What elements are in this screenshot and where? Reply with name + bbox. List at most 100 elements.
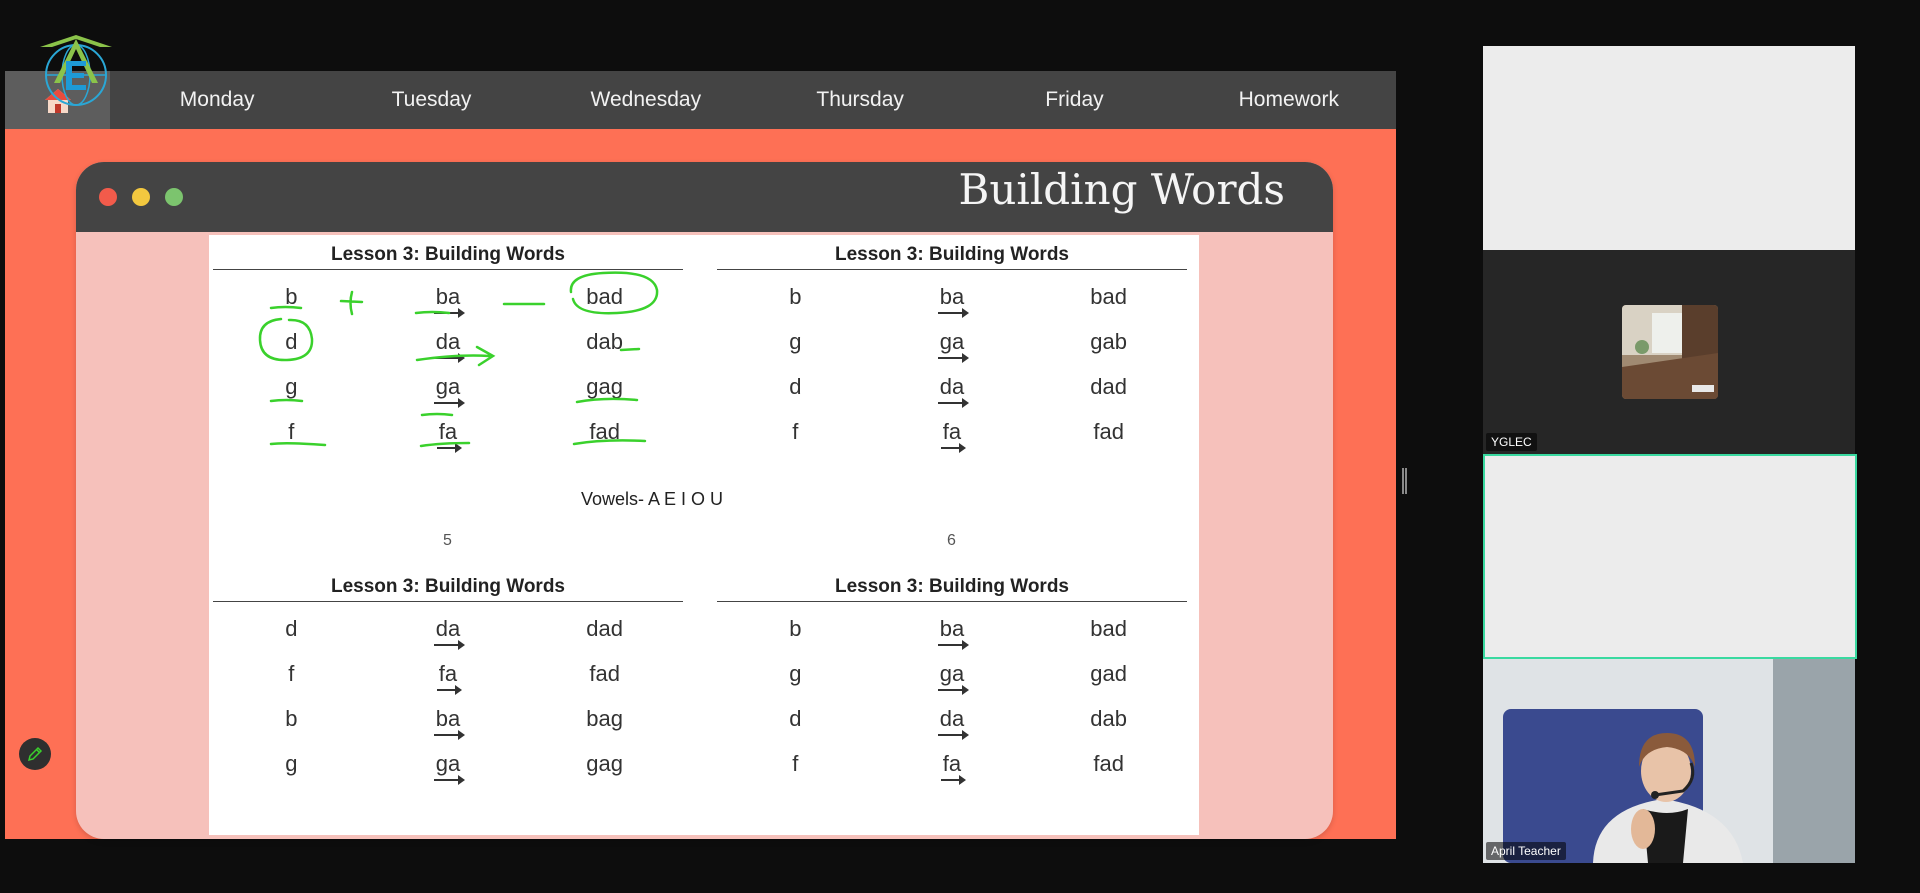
table-row: b ba bad xyxy=(717,606,1187,651)
lesson-block-3: Lesson 3: Building Words d da dad f fa fad b… xyxy=(213,573,683,786)
syllable-cell: ga xyxy=(433,750,466,785)
slide-window: Building Words Lesson 3: Building Words … xyxy=(76,162,1333,839)
window-close-dot xyxy=(99,188,117,206)
word-cell: gag xyxy=(586,750,624,776)
letter-cell: g xyxy=(285,373,298,399)
syllable-cell: fa xyxy=(436,660,463,695)
participant-name-tag: YGLEC xyxy=(1486,433,1537,451)
word-cell: fad xyxy=(1093,418,1124,444)
lesson-block-2: Lesson 3: Building Words b ba bad g ga gab d… xyxy=(717,241,1187,454)
window-minimize-dot xyxy=(132,188,150,206)
table-row: f fa fad xyxy=(213,409,683,454)
page-number-left: 5 xyxy=(443,532,452,549)
letter-cell: f xyxy=(288,418,295,444)
syllable-cell: fa xyxy=(940,418,967,453)
letter-cell: g xyxy=(789,328,802,354)
school-logo-icon xyxy=(40,35,112,106)
word-cell: fad xyxy=(1093,750,1124,776)
syllable-cell: ba xyxy=(433,705,466,740)
syllable-cell: da xyxy=(937,373,970,408)
word-cell: bad xyxy=(1090,283,1128,309)
letter-cell: g xyxy=(789,660,802,686)
syllable-cell: ba xyxy=(937,283,970,318)
participant-tile[interactable]: April Teacher xyxy=(1483,659,1855,863)
table-row: b ba bag xyxy=(213,696,683,741)
nav-thursday[interactable]: Thursday xyxy=(753,71,967,129)
syllable-cell: ba xyxy=(937,615,970,650)
worksheet-page: Lesson 3: Building Words b ba bad d da dab g… xyxy=(209,235,1199,835)
table-row: d da dad xyxy=(213,606,683,651)
participant-video xyxy=(1483,659,1855,863)
word-table: b ba bad g ga gab d da dad f fa fad xyxy=(717,274,1187,454)
letter-cell: b xyxy=(789,283,802,309)
nav-wednesday[interactable]: Wednesday xyxy=(539,71,753,129)
nav-tuesday[interactable]: Tuesday xyxy=(324,71,538,129)
table-row: d da dab xyxy=(717,696,1187,741)
letter-cell: b xyxy=(789,615,802,641)
letter-cell: b xyxy=(285,283,298,309)
word-cell: gad xyxy=(1090,660,1128,686)
syllable-cell: ga xyxy=(937,660,970,695)
table-row: g ga gab xyxy=(717,319,1187,364)
nav-homework[interactable]: Homework xyxy=(1182,71,1396,129)
panel-resize-handle[interactable] xyxy=(1401,468,1407,494)
nav-friday[interactable]: Friday xyxy=(967,71,1181,129)
lesson-title: Lesson 3: Building Words xyxy=(213,573,683,602)
page-number-right: 6 xyxy=(947,532,956,549)
nav-monday[interactable]: Monday xyxy=(110,71,324,129)
word-cell: bad xyxy=(1090,615,1128,641)
table-row: b ba bad xyxy=(213,274,683,319)
participant-tile[interactable] xyxy=(1483,46,1855,250)
syllable-cell: da xyxy=(433,328,466,363)
annotate-pencil-button[interactable] xyxy=(19,738,51,770)
lesson-title: Lesson 3: Building Words xyxy=(717,241,1187,270)
shared-screen: Monday Tuesday Wednesday Thursday Friday… xyxy=(5,71,1396,839)
letter-cell: d xyxy=(285,328,298,354)
letter-cell: b xyxy=(285,705,298,731)
lesson-title: Lesson 3: Building Words xyxy=(213,241,683,270)
word-table: d da dad f fa fad b ba bag g ga gag xyxy=(213,606,683,786)
word-table: b ba bad g ga gad d da dab f fa fad xyxy=(717,606,1187,786)
syllable-cell: ba xyxy=(433,283,466,318)
word-cell: dab xyxy=(1090,705,1128,731)
word-cell: bad xyxy=(586,283,624,309)
letter-cell: d xyxy=(285,615,298,641)
word-cell: gab xyxy=(1090,328,1128,354)
syllable-cell: da xyxy=(433,615,466,650)
word-cell: gag xyxy=(586,373,624,399)
letter-cell: d xyxy=(789,373,802,399)
letter-cell: f xyxy=(288,660,295,686)
table-row: d da dab xyxy=(213,319,683,364)
slide-title: Building Words xyxy=(958,165,1285,214)
participant-tile[interactable]: YGLEC xyxy=(1483,250,1855,454)
word-cell: bag xyxy=(586,705,624,731)
table-row: g ga gag xyxy=(213,364,683,409)
table-row: d da dad xyxy=(717,364,1187,409)
vowels-caption: Vowels- A E I O U xyxy=(581,489,724,509)
table-row: g ga gag xyxy=(213,741,683,786)
top-nav: Monday Tuesday Wednesday Thursday Friday… xyxy=(5,71,1396,129)
slide-titlebar: Building Words xyxy=(76,162,1333,232)
syllable-cell: da xyxy=(937,705,970,740)
letter-cell: g xyxy=(285,750,298,776)
word-cell: fad xyxy=(589,418,620,444)
table-row: b ba bad xyxy=(717,274,1187,319)
letter-cell: d xyxy=(789,705,802,731)
lesson-title: Lesson 3: Building Words xyxy=(717,573,1187,602)
table-row: f fa fad xyxy=(717,409,1187,454)
word-cell: dab xyxy=(586,328,624,354)
letter-cell: f xyxy=(792,418,799,444)
word-table: b ba bad d da dab g ga gag f fa fad xyxy=(213,274,683,454)
letter-cell: f xyxy=(792,750,799,776)
table-row: f fa fad xyxy=(717,741,1187,786)
word-cell: dad xyxy=(586,615,624,641)
participant-video-thumbnail xyxy=(1622,305,1718,399)
table-row: f fa fad xyxy=(213,651,683,696)
participant-name-tag: April Teacher xyxy=(1486,842,1566,860)
lesson-block-1: Lesson 3: Building Words b ba bad d da dab g… xyxy=(213,241,683,454)
table-row: g ga gad xyxy=(717,651,1187,696)
participant-tile-active-speaker[interactable] xyxy=(1483,454,1857,659)
word-cell: dad xyxy=(1090,373,1128,399)
syllable-cell: ga xyxy=(937,328,970,363)
syllable-cell: ga xyxy=(433,373,466,408)
